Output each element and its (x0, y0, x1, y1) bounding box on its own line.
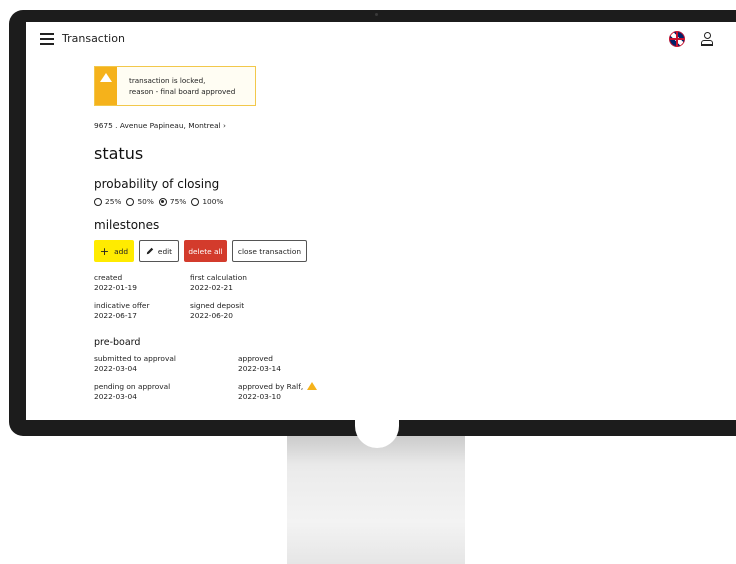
app-screen: Transaction transaction is locked, reaso… (26, 22, 736, 420)
warning-icon[interactable] (307, 382, 318, 390)
radio-25[interactable]: 25% (94, 197, 121, 206)
milestone-item: created 2022-01-19 (94, 273, 137, 292)
radio-100[interactable]: 100% (191, 197, 223, 206)
page-title: Transaction (62, 32, 125, 45)
milestone-item: signed deposit 2022-06-20 (190, 301, 245, 320)
desktop-monitor-mockup: Transaction transaction is locked, reaso… (0, 0, 736, 564)
language-flag-icon[interactable] (669, 31, 685, 47)
radio-circle-checked-icon (158, 197, 167, 206)
preboard-item: pending on approval 2022-03-04 (94, 382, 171, 401)
milestone-item: indicative offer 2022-06-17 (94, 301, 150, 320)
preboard-heading: pre-board (94, 337, 141, 348)
approver-label: approved by Ralf, (238, 382, 304, 391)
radio-circle-icon (126, 197, 135, 206)
alert-line-1: transaction is locked, (129, 76, 206, 85)
pencil-icon (146, 247, 154, 255)
edit-button[interactable]: edit (139, 240, 179, 262)
radio-50[interactable]: 50% (126, 197, 154, 206)
probability-radio-group: 25% 50% 75% 100% (94, 197, 694, 206)
preboard-list: submitted to approval 2022-03-04 approve… (94, 354, 694, 402)
add-button[interactable]: + add (94, 240, 134, 262)
status-heading: status (94, 144, 144, 163)
milestone-actions: + add edit delete all close transaction (94, 240, 694, 262)
user-account-icon[interactable] (700, 32, 714, 46)
breadcrumb-address[interactable]: 9675 . Avenue Papineau, Montreal › (94, 121, 694, 130)
radio-circle-icon (94, 197, 102, 206)
alert-text: transaction is locked, reason - final bo… (129, 75, 235, 97)
hamburger-menu-icon[interactable] (40, 33, 54, 45)
probability-heading: probability of closing (94, 177, 220, 191)
main-content: transaction is locked, reason - final bo… (94, 66, 694, 402)
radio-circle-icon (191, 197, 200, 206)
preboard-item: approved 2022-03-14 (238, 354, 281, 373)
preboard-item: approved by Ralf, 2022-03-10 (238, 382, 398, 402)
delete-all-button[interactable]: delete all (184, 240, 227, 262)
top-bar: Transaction (26, 22, 736, 56)
milestone-item: first calculation 2022-02-21 (190, 273, 247, 292)
close-transaction-button[interactable]: close transaction (232, 240, 307, 262)
plus-icon: + (99, 244, 110, 258)
locked-alert: transaction is locked, reason - final bo… (94, 66, 256, 106)
radio-75[interactable]: 75% (158, 197, 186, 206)
milestones-heading: milestones (94, 218, 160, 232)
preboard-item: submitted to approval 2022-03-04 (94, 354, 176, 373)
warning-triangle-icon (100, 73, 112, 82)
alert-line-2: reason - final board approved (129, 87, 236, 96)
milestone-list: created 2022-01-19 first calculation 202… (94, 273, 694, 321)
webcam-dot (375, 13, 378, 16)
